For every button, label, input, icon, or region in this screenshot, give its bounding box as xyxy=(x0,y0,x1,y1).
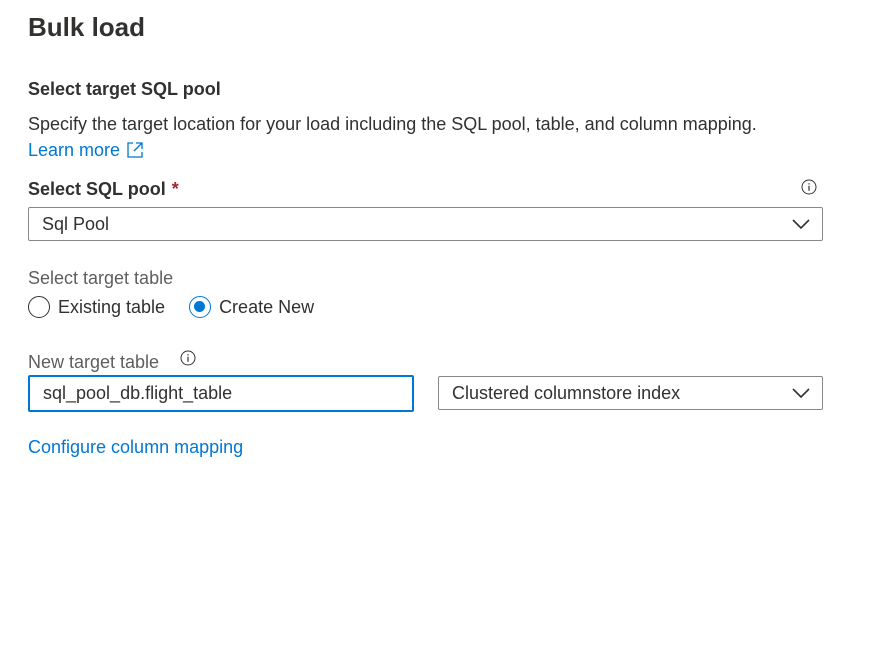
sql-pool-label: Select SQL pool * xyxy=(28,179,179,200)
index-type-dropdown[interactable]: Clustered columnstore index xyxy=(438,376,823,410)
radio-circle-checked[interactable] xyxy=(189,296,212,318)
target-table-radio-group: Existing table Create New xyxy=(28,296,338,318)
sql-pool-value: Sql Pool xyxy=(42,213,110,234)
description-text: Specify the target location for your loa… xyxy=(28,114,757,134)
description-block: Specify the target location for your loa… xyxy=(28,111,848,163)
learn-more-link[interactable]: Learn more xyxy=(28,137,144,163)
chevron-down-icon xyxy=(792,388,810,399)
radio-create-new[interactable]: Create New xyxy=(189,296,314,318)
radio-circle[interactable] xyxy=(28,296,50,318)
required-indicator: * xyxy=(171,179,179,199)
target-table-label: Select target table xyxy=(28,268,174,288)
new-table-label: New target table xyxy=(28,352,160,372)
new-table-input[interactable] xyxy=(28,375,414,412)
radio-existing-table[interactable]: Existing table xyxy=(28,296,165,318)
external-link-icon xyxy=(127,142,143,158)
info-icon[interactable] xyxy=(801,179,817,195)
index-type-value: Clustered columnstore index xyxy=(452,382,681,403)
learn-more-label: Learn more xyxy=(28,140,121,160)
radio-label-create-new: Create New xyxy=(219,296,315,317)
configure-column-mapping-link[interactable]: Configure column mapping xyxy=(28,437,243,458)
section-heading: Select target SQL pool xyxy=(28,79,221,99)
radio-label-existing: Existing table xyxy=(58,296,166,317)
page-title: Bulk load xyxy=(28,12,146,42)
sql-pool-label-text: Select SQL pool xyxy=(28,179,166,199)
chevron-down-icon xyxy=(792,219,810,230)
info-icon[interactable] xyxy=(180,350,196,366)
sql-pool-dropdown[interactable]: Sql Pool xyxy=(28,207,823,241)
